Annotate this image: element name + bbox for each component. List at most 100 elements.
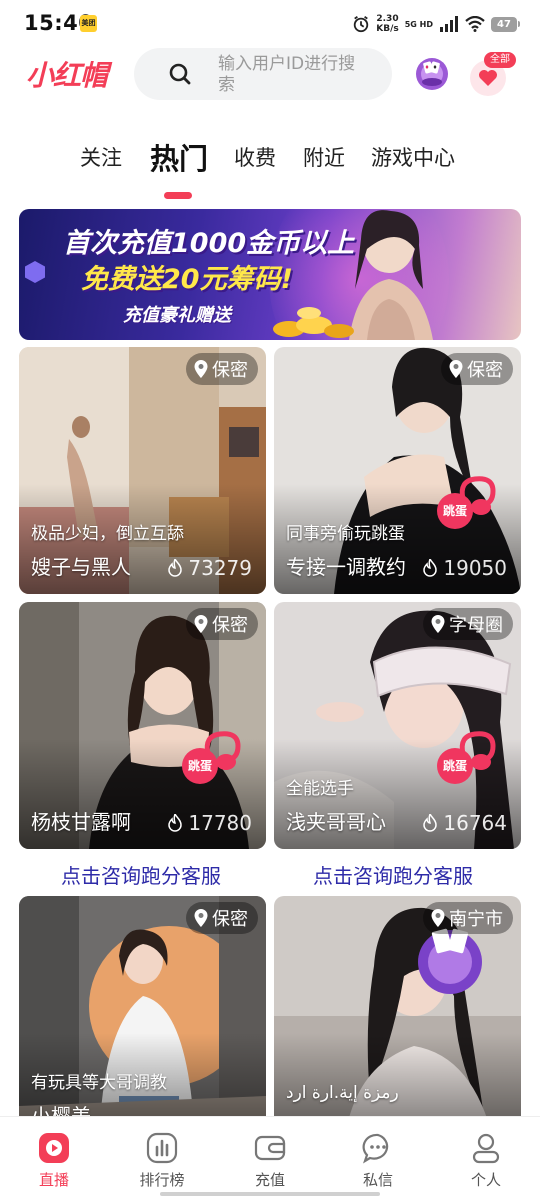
location-pin-icon xyxy=(431,615,445,633)
streamer-name: 专接一调教约 xyxy=(286,555,406,579)
hexagon-decoration xyxy=(25,261,45,283)
tab-following[interactable]: 关注 xyxy=(80,142,122,172)
stream-card[interactable]: 保密 有玩具等大哥调教 小樱美 xyxy=(19,896,266,1143)
app-logo: 小红帽 xyxy=(26,59,108,92)
banner-headline: 首次充值1000金币以上 xyxy=(63,228,355,259)
search-icon xyxy=(169,63,191,85)
location-pin-icon xyxy=(194,909,208,927)
network-type: 5G HD xyxy=(404,19,433,29)
stream-title: 同事旁偷玩跳蛋 xyxy=(286,524,405,544)
category-tabs: 关注 热门 收费 附近 游戏中心 xyxy=(0,130,540,200)
view-count-value: 73279 xyxy=(188,556,252,580)
fire-icon xyxy=(168,814,183,832)
toy-badge-label: 跳蛋 xyxy=(437,748,473,784)
favorites-button[interactable]: 全部 xyxy=(470,52,516,96)
toy-badge-label: 跳蛋 xyxy=(437,493,473,529)
location-pin-icon xyxy=(194,360,208,378)
nav-ranking[interactable]: 排行榜 xyxy=(122,1127,202,1193)
search-bar[interactable]: 输入用户ID进行搜索 xyxy=(134,48,392,100)
nav-profile[interactable]: 个人 xyxy=(446,1127,526,1193)
status-icons: 2.30 KB/s 5G HD 47 xyxy=(352,12,520,36)
network-speed: 2.30 KB/s xyxy=(376,14,398,34)
location-text: 保密 xyxy=(212,615,248,636)
view-count: 16764 xyxy=(423,811,507,835)
consult-service-link[interactable]: 点击咨询跑分客服 xyxy=(313,860,473,889)
stream-card[interactable]: 字母圈 跳蛋 全能选手 浅夹哥哥心 16764 xyxy=(274,602,521,849)
promo-banner[interactable]: 首次充值1000金币以上 免费送20元筹码! 充值豪礼赠送 xyxy=(19,209,521,340)
network-speed-unit: KB/s xyxy=(376,24,399,34)
heart-icon xyxy=(479,70,497,86)
toy-badge-label: 跳蛋 xyxy=(182,748,218,784)
location-text: 保密 xyxy=(467,360,503,381)
stream-card[interactable]: 南宁市 رمزة إية.ارة ارد 12182 xyxy=(274,896,521,1143)
tab-nearby[interactable]: 附近 xyxy=(303,142,345,172)
nav-label: 排行榜 xyxy=(139,1171,185,1189)
view-count: 73279 xyxy=(168,556,252,580)
streamer-name: 杨枝甘露啊 xyxy=(31,810,131,834)
location-pin-icon xyxy=(431,909,445,927)
battery-level: 47 xyxy=(491,16,517,32)
nav-recharge[interactable]: 充值 xyxy=(230,1127,310,1193)
wallet-icon xyxy=(254,1135,286,1161)
battery-icon: 47 xyxy=(491,16,520,32)
nav-label: 充值 xyxy=(254,1171,285,1189)
view-count: 17780 xyxy=(168,811,252,835)
toy-badge: 跳蛋 xyxy=(437,730,503,784)
stream-card[interactable]: 保密 极品少妇，倒立互舔 嫂子与黑人 73279 xyxy=(19,347,266,594)
favorites-badge: 全部 xyxy=(484,52,516,68)
stream-title: 全能选手 xyxy=(286,779,354,799)
streamer-name: 嫂子与黑人 xyxy=(31,555,131,579)
fire-icon xyxy=(423,814,438,832)
toy-badge: 跳蛋 xyxy=(182,730,248,784)
streamer-name: 浅夹哥哥心 xyxy=(286,810,386,834)
location-badge: 保密 xyxy=(186,608,258,640)
signal-icon xyxy=(440,16,458,32)
view-count-value: 16764 xyxy=(443,811,507,835)
meituan-app-icon: 美团 xyxy=(80,15,97,32)
stream-title: 有玩具等大哥调教 xyxy=(31,1073,167,1093)
bottom-navigation: 直播 排行榜 充值 私信 个人 xyxy=(0,1116,540,1200)
nav-messages[interactable]: 私信 xyxy=(338,1127,418,1193)
game-center-icon[interactable] xyxy=(414,56,450,92)
location-text: 保密 xyxy=(212,909,248,930)
live-icon xyxy=(39,1133,69,1163)
tab-paid[interactable]: 收费 xyxy=(234,142,276,172)
view-count: 19050 xyxy=(423,556,507,580)
location-badge: 保密 xyxy=(441,353,513,385)
message-icon xyxy=(362,1133,389,1164)
profile-icon xyxy=(472,1133,500,1164)
coins-decoration xyxy=(273,307,354,338)
tab-game-center[interactable]: 游戏中心 xyxy=(371,142,455,172)
stream-card[interactable]: 保密 跳蛋 同事旁偷玩跳蛋 专接一调教约 19050 xyxy=(274,347,521,594)
location-pin-icon xyxy=(449,360,463,378)
location-badge: 字母圈 xyxy=(423,608,513,640)
location-badge: 南宁市 xyxy=(423,902,513,934)
stream-card[interactable]: 保密 跳蛋 杨枝甘露啊 17780 xyxy=(19,602,266,849)
view-count-value: 17780 xyxy=(188,811,252,835)
tab-hot[interactable]: 热门 xyxy=(150,136,208,178)
nav-label: 私信 xyxy=(362,1171,393,1189)
nav-label: 个人 xyxy=(470,1171,501,1189)
nav-live[interactable]: 直播 xyxy=(14,1127,94,1193)
consult-service-link[interactable]: 点击咨询跑分客服 xyxy=(61,860,221,889)
fire-icon xyxy=(168,559,183,577)
wifi-icon xyxy=(465,16,485,32)
nav-label: 直播 xyxy=(38,1171,69,1189)
network-speed-value: 2.30 xyxy=(376,14,399,24)
streamer-name: رمزة إية.ارة ارد xyxy=(286,1083,399,1103)
search-input[interactable]: 输入用户ID进行搜索 xyxy=(218,54,368,96)
banner-caption: 充值豪礼赠送 xyxy=(123,305,231,326)
status-bar: 15:40 美团 2.30 KB/s 5G HD 47 xyxy=(0,0,540,48)
stream-title: 极品少妇，倒立互舔 xyxy=(31,524,184,544)
location-text: 字母圈 xyxy=(449,615,503,636)
view-count-value: 19050 xyxy=(443,556,507,580)
ranking-icon xyxy=(146,1132,178,1164)
location-pin-icon xyxy=(194,615,208,633)
app-screen: 15:40 美团 2.30 KB/s 5G HD 47 小红帽 输入用户ID进行… xyxy=(0,0,540,1200)
top-header: 小红帽 输入用户ID进行搜索 全部 xyxy=(0,48,540,104)
location-text: 南宁市 xyxy=(449,909,503,930)
location-badge: 保密 xyxy=(186,902,258,934)
location-badge: 保密 xyxy=(186,353,258,385)
home-indicator[interactable] xyxy=(160,1192,380,1196)
active-tab-indicator xyxy=(164,192,192,199)
